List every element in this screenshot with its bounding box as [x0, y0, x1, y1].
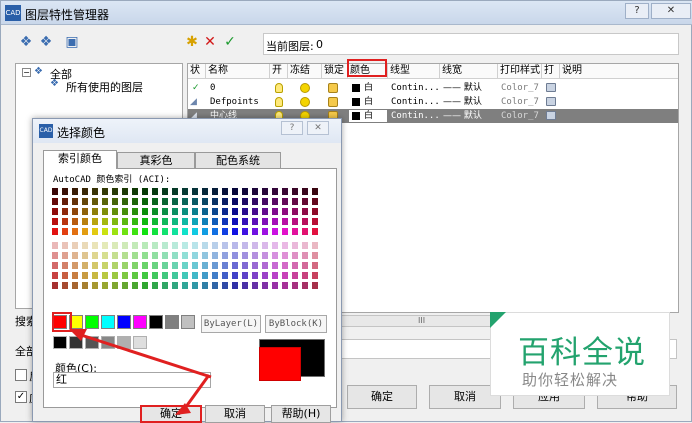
printer-icon[interactable] — [546, 111, 556, 120]
current-check-icon: ✓ — [192, 83, 200, 93]
layer-row[interactable]: ✓ 0 白 Contin... —— 默认 Color_7 — [188, 81, 678, 95]
col-linetype[interactable]: 线型 — [388, 64, 440, 79]
layer-color: 白 — [364, 111, 374, 121]
col-freeze[interactable]: 冻结 — [288, 64, 322, 79]
close-window-button[interactable]: ✕ — [651, 3, 691, 19]
select-color-dialog: CAD 选择颜色 ? ✕ 索引颜色 真彩色 配色系统 AutoCAD 颜色索引 … — [32, 118, 342, 423]
layer-plotstyle: Color_7 — [501, 97, 539, 107]
invert-filter-checkbox[interactable] — [15, 369, 27, 381]
current-layer-display: 当前图层: 0 — [263, 33, 679, 55]
lightbulb-icon[interactable] — [275, 97, 283, 107]
cad-app-icon: CAD — [5, 5, 21, 21]
arrow-to-red-swatch — [80, 333, 212, 379]
layer-stack-icon: ❖ — [50, 78, 59, 89]
color-swatch[interactable] — [352, 98, 360, 106]
layer-lineweight[interactable]: —— 默认 — [443, 81, 482, 95]
watermark-corner — [490, 312, 506, 328]
printer-icon[interactable] — [546, 97, 556, 106]
title-bar: CAD 图层特性管理器 ? ✕ — [1, 1, 692, 25]
tree-item-used-layers[interactable]: 所有使用的图层 — [66, 79, 143, 95]
printer-icon[interactable] — [546, 83, 556, 92]
current-layer-label: 当前图层: — [266, 40, 314, 53]
lightbulb-icon[interactable] — [275, 83, 283, 93]
tab-index-color[interactable]: 索引颜色 — [43, 150, 117, 169]
layer-linetype[interactable]: Contin... — [391, 109, 440, 123]
layer-plotstyle: Color_7 — [501, 111, 539, 121]
col-plot[interactable]: 打 — [542, 64, 560, 79]
watermark-title: 百科全说 — [518, 335, 646, 371]
col-status[interactable]: 状 — [188, 64, 206, 79]
col-plotstyle[interactable]: 打印样式 — [498, 64, 542, 79]
tree-collapse-icon[interactable]: − — [22, 68, 31, 77]
set-current-icon[interactable]: ✓ — [221, 33, 239, 51]
state-manager-icon[interactable]: ▣ — [63, 33, 81, 51]
color-swatch[interactable] — [352, 112, 360, 120]
color-column-highlight — [347, 59, 387, 77]
ok-button[interactable]: 确定 — [347, 385, 417, 409]
current-layer-value: 0 — [316, 38, 323, 51]
new-filter-icon[interactable]: ❖ — [17, 33, 35, 51]
unlock-icon[interactable] — [328, 83, 338, 93]
delete-layer-icon[interactable]: ✕ — [201, 33, 219, 51]
layer-row[interactable]: ◢ Defpoints 白 Contin... —— 默认 Color_7 — [188, 95, 678, 109]
sun-icon[interactable] — [300, 83, 310, 93]
layer-linetype[interactable]: Contin... — [391, 95, 440, 109]
layer-color: 白 — [364, 97, 374, 107]
col-name[interactable]: 名称 — [206, 64, 270, 79]
col-lineweight[interactable]: 线宽 — [440, 64, 498, 79]
sun-icon[interactable] — [300, 97, 310, 107]
unlock-icon[interactable] — [328, 97, 338, 107]
layer-lineweight[interactable]: —— 默认 — [443, 109, 482, 123]
apply-toolbar-checkbox[interactable]: ✓ — [15, 391, 27, 403]
col-lock[interactable]: 锁定 — [322, 64, 348, 79]
arrow-to-ok-button — [181, 374, 211, 412]
layer-plotstyle: Color_7 — [501, 83, 539, 93]
color-swatch[interactable] — [352, 84, 360, 92]
col-description[interactable]: 说明 — [560, 64, 678, 79]
layer-stack-icon: ❖ — [34, 66, 43, 77]
layer-color: 白 — [364, 83, 374, 93]
new-layer-icon[interactable]: ✱ — [183, 33, 201, 51]
layer-name: 0 — [210, 83, 216, 93]
layer-status-icon: ◢ — [190, 97, 197, 107]
watermark-subtitle: 助你轻松解决 — [522, 371, 619, 389]
col-on[interactable]: 开 — [270, 64, 288, 79]
window-title: 图层特性管理器 — [25, 8, 110, 22]
group-filter-icon[interactable]: ❖ — [37, 33, 55, 51]
layer-linetype[interactable]: Contin... — [391, 81, 440, 95]
layer-name: Defpoints — [210, 97, 259, 107]
layer-lineweight[interactable]: —— 默认 — [443, 95, 482, 109]
help-titlebar-button[interactable]: ? — [625, 3, 649, 19]
scroll-thumb-grip[interactable]: III — [418, 316, 425, 325]
